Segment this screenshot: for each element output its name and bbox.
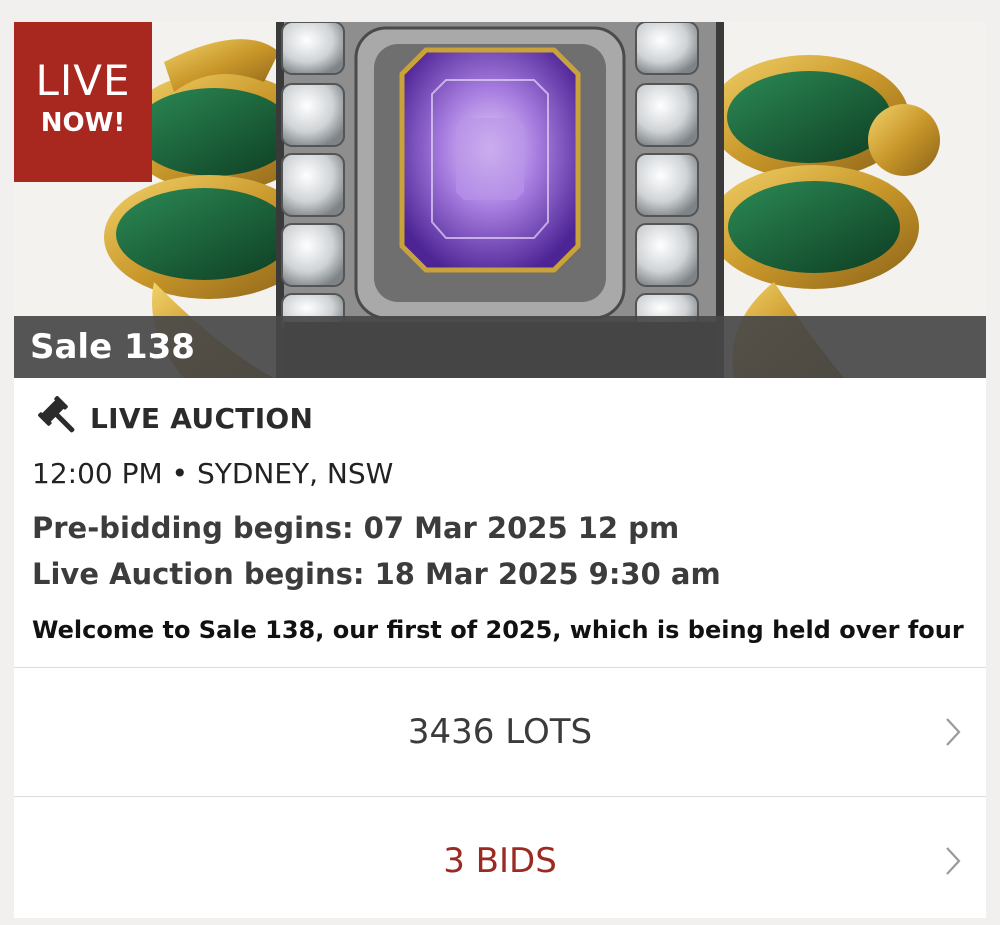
sale-title: Sale 138	[30, 327, 195, 367]
sale-title-bar: Sale 138	[14, 316, 986, 378]
sale-card: LIVE NOW! Sale 138 LIVE AUCTION 12:00 PM…	[14, 22, 986, 918]
sale-hero-image[interactable]: LIVE NOW! Sale 138	[14, 22, 986, 378]
chevron-right-icon	[946, 847, 961, 875]
badge-live-text: LIVE	[35, 56, 131, 105]
lots-link[interactable]: 3436 LOTS	[14, 668, 986, 796]
chevron-right-icon	[946, 718, 961, 746]
sale-description: Welcome to Sale 138, our first of 2025, …	[32, 616, 964, 644]
auction-type: LIVE AUCTION	[38, 396, 313, 440]
bids-count-label: 3 BIDS	[443, 841, 557, 881]
lots-count-label: 3436 LOTS	[407, 712, 593, 752]
time-location: 12:00 PM • SYDNEY, NSW	[32, 457, 394, 490]
badge-now-text: NOW!	[40, 108, 126, 138]
gavel-icon	[38, 396, 75, 433]
bids-link[interactable]: 3 BIDS	[14, 797, 986, 925]
prebidding-date: Pre-bidding begins: 07 Mar 2025 12 pm	[32, 511, 680, 545]
auction-type-label: LIVE AUCTION	[90, 401, 314, 435]
live-auction-date: Live Auction begins: 18 Mar 2025 9:30 am	[32, 557, 721, 591]
auction-info: LIVE AUCTION 12:00 PM • SYDNEY, NSW Pre-…	[14, 378, 986, 668]
live-now-badge: LIVE NOW!	[14, 22, 152, 182]
